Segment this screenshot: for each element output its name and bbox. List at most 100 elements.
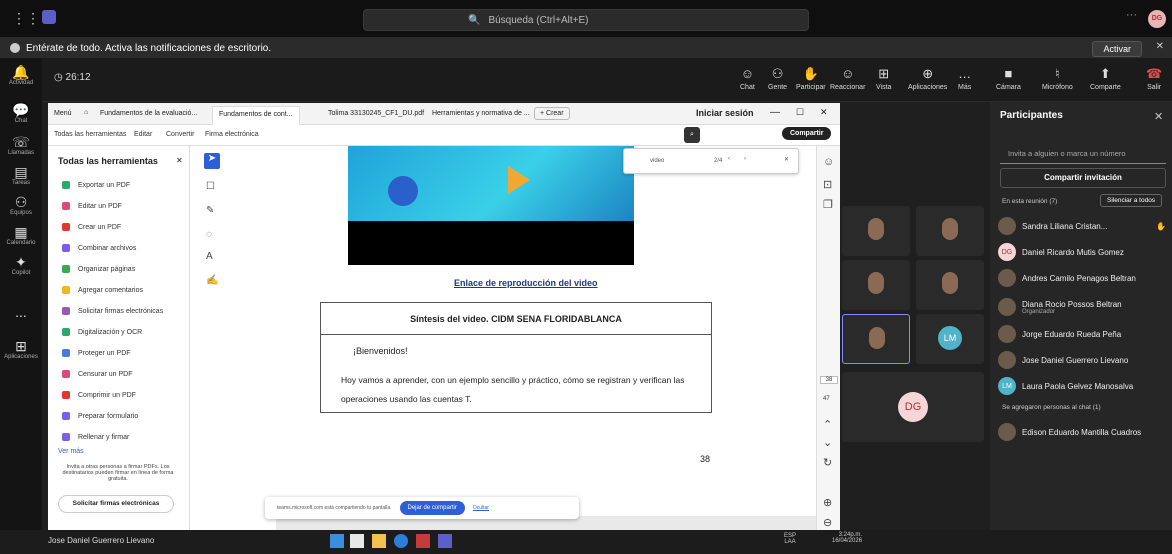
tool-request-sign[interactable]: Solicitar firmas electrónicas bbox=[62, 307, 163, 315]
rail-item-more[interactable]: ... bbox=[0, 304, 42, 320]
next-icon[interactable]: › bbox=[744, 156, 746, 162]
cursor-icon[interactable]: ➤ bbox=[204, 153, 220, 169]
leave-button[interactable]: ☎ Salir bbox=[1146, 66, 1162, 91]
minimize-icon[interactable]: — bbox=[770, 107, 780, 118]
edge-icon[interactable] bbox=[394, 534, 408, 548]
search-icon[interactable] bbox=[350, 534, 364, 548]
tab-4[interactable]: Herramientas y normativa de ... bbox=[432, 110, 530, 117]
mute-all-button[interactable]: Silenciar a todos bbox=[1100, 194, 1163, 207]
tool-compress[interactable]: Comprimir un PDF bbox=[62, 391, 136, 399]
share-button[interactable]: Compartir bbox=[782, 127, 832, 140]
share-button[interactable]: ⬆ Comparte bbox=[1090, 66, 1121, 91]
tab-esign[interactable]: Firma electrónica bbox=[205, 131, 259, 138]
prev-icon[interactable]: ‹ bbox=[728, 156, 730, 162]
tab-edit[interactable]: Editar bbox=[134, 131, 152, 138]
create-button[interactable]: + Crear bbox=[534, 107, 570, 120]
participant-row[interactable]: Edison Eduardo Mantilla Cuadros bbox=[998, 420, 1166, 444]
teams-icon[interactable] bbox=[438, 534, 452, 548]
home-icon[interactable]: ⌂ bbox=[84, 109, 88, 116]
search-icon[interactable]: ⌕ bbox=[684, 127, 700, 143]
tool-ocr[interactable]: Digitalización y OCR bbox=[62, 328, 142, 336]
rail-item-apps[interactable]: ⊞ Aplicaciones bbox=[0, 338, 42, 360]
tool-redact[interactable]: Censurar un PDF bbox=[62, 370, 132, 378]
see-more-link[interactable]: Ver más bbox=[58, 448, 84, 455]
tab-3[interactable]: Tolima 33130245_CF1_DU.pdf bbox=[328, 110, 424, 117]
bookmark-icon[interactable]: ⊡ bbox=[823, 178, 832, 191]
avatar[interactable]: DG bbox=[1148, 10, 1166, 28]
stop-sharing-button[interactable]: Dejar de compartir bbox=[399, 501, 465, 515]
signin-link[interactable]: Iniciar sesión bbox=[696, 108, 754, 118]
more-button[interactable]: … Más bbox=[958, 66, 971, 91]
tab-all-tools[interactable]: Todas las herramientas bbox=[54, 131, 126, 138]
people-button[interactable]: ⚇ Gente bbox=[768, 66, 787, 91]
tab-1[interactable]: Fundamentos de la evaluació... bbox=[100, 110, 197, 117]
participant-tile[interactable] bbox=[842, 206, 910, 256]
rail-item-calendar[interactable]: ▦ Calendario bbox=[0, 224, 42, 246]
participant-row[interactable]: Andres Camilo Penagos Beltran bbox=[998, 266, 1166, 290]
participant-row[interactable]: Sandra Liliana Cristan... ✋ bbox=[998, 214, 1166, 238]
comment-icon[interactable]: ☺ bbox=[823, 156, 834, 168]
acrobat-icon[interactable] bbox=[416, 534, 430, 548]
find-box[interactable]: video 2/4 ‹ › ✕ bbox=[623, 148, 799, 174]
apps-button[interactable]: ⊕ Aplicaciones bbox=[908, 66, 947, 91]
rail-item-chat[interactable]: 💬 Chat bbox=[0, 102, 42, 124]
tool-edit[interactable]: Editar un PDF bbox=[62, 202, 122, 210]
participant-row[interactable]: Diana Rocio Possos Beltran Organizador bbox=[998, 292, 1166, 322]
participant-tile[interactable] bbox=[916, 260, 984, 310]
tool-organize[interactable]: Organizar páginas bbox=[62, 265, 135, 273]
share-invite-button[interactable]: Compartir invitación bbox=[1000, 168, 1166, 188]
request-sign-button[interactable]: Solicitar firmas electrónicas bbox=[58, 495, 174, 513]
participant-row[interactable]: Jorge Eduardo Rueda Peña bbox=[998, 322, 1166, 346]
refresh-icon[interactable]: ↻ bbox=[823, 456, 832, 469]
participant-tile[interactable] bbox=[916, 206, 984, 256]
camera-button[interactable]: ■ Cámara bbox=[996, 66, 1021, 91]
chevron-down-icon[interactable]: ⌄ bbox=[823, 436, 832, 449]
folder-icon[interactable] bbox=[372, 534, 386, 548]
activate-button[interactable]: Activar bbox=[1092, 41, 1142, 57]
windows-icon[interactable] bbox=[330, 534, 344, 548]
tool-create[interactable]: Crear un PDF bbox=[62, 223, 121, 231]
fill-icon[interactable]: ✍ bbox=[206, 275, 218, 286]
tab-menu[interactable]: Menú bbox=[54, 110, 72, 117]
page-box[interactable]: 38 bbox=[820, 376, 838, 384]
participant-tile[interactable]: LM bbox=[916, 314, 984, 364]
participant-row[interactable]: DG Daniel Ricardo Mutis Gomez bbox=[998, 240, 1166, 264]
tool-protect[interactable]: Proteger un PDF bbox=[62, 349, 131, 357]
language-indicator[interactable]: ESP LAA bbox=[778, 533, 802, 545]
rail-item-activity[interactable]: 🔔 Actividad bbox=[0, 64, 42, 86]
participant-row[interactable]: LM Laura Paola Gelvez Manosalva bbox=[998, 374, 1166, 398]
close-icon[interactable]: ✕ bbox=[1154, 110, 1163, 123]
chevron-up-icon[interactable]: ⌃ bbox=[823, 418, 832, 431]
find-input[interactable]: video bbox=[650, 158, 664, 164]
close-icon[interactable]: ✕ bbox=[1156, 41, 1164, 52]
tab-convert[interactable]: Convertir bbox=[166, 131, 194, 138]
react-button[interactable]: ☺ Reaccionar bbox=[830, 66, 865, 91]
chat-button[interactable]: ☺ Chat bbox=[740, 66, 755, 91]
rail-item-teams[interactable]: ⚇ Equipos bbox=[0, 194, 42, 216]
raise-hand-button[interactable]: ✋ Participar bbox=[796, 66, 826, 91]
tool-comment[interactable]: Agregar comentarios bbox=[62, 286, 143, 294]
rail-item-copilot[interactable]: ✦ Copilot bbox=[0, 254, 42, 276]
maximize-icon[interactable]: ☐ bbox=[796, 107, 804, 118]
tool-fill-sign[interactable]: Rellenar y firmar bbox=[62, 433, 129, 441]
participant-row[interactable]: Jose Daniel Guerrero Lievano bbox=[998, 348, 1166, 372]
rail-item-tasks[interactable]: ▤ Tareas bbox=[0, 164, 42, 186]
participant-tile[interactable]: DG bbox=[842, 372, 984, 442]
mic-button[interactable]: ♮ Micrófono bbox=[1042, 66, 1073, 91]
zoom-in-icon[interactable]: ⊕ bbox=[823, 496, 832, 509]
search-input[interactable]: 🔍 Búsqueda (Ctrl+Alt+E) bbox=[363, 9, 809, 31]
close-icon[interactable]: ✕ bbox=[176, 156, 183, 165]
participant-tile[interactable] bbox=[842, 260, 910, 310]
zoom-out-icon[interactable]: ⊖ bbox=[823, 516, 832, 529]
hide-link[interactable]: Ocultar bbox=[473, 505, 489, 511]
close-icon[interactable]: ✕ bbox=[820, 107, 828, 118]
video-link[interactable]: Enlace de reproducción del video bbox=[454, 278, 598, 288]
close-icon[interactable]: ✕ bbox=[784, 156, 789, 163]
view-button[interactable]: ⊞ Vista bbox=[876, 66, 891, 91]
tool-form[interactable]: Preparar formulario bbox=[62, 412, 138, 420]
participant-tile-active[interactable] bbox=[842, 314, 910, 364]
app-grid-icon[interactable]: ⋮⋮ bbox=[12, 10, 40, 27]
tool-export[interactable]: Exportar un PDF bbox=[62, 181, 130, 189]
tool-combine[interactable]: Combinar archivos bbox=[62, 244, 136, 252]
tab-active[interactable]: Fundamentos de cont... bbox=[212, 106, 300, 125]
